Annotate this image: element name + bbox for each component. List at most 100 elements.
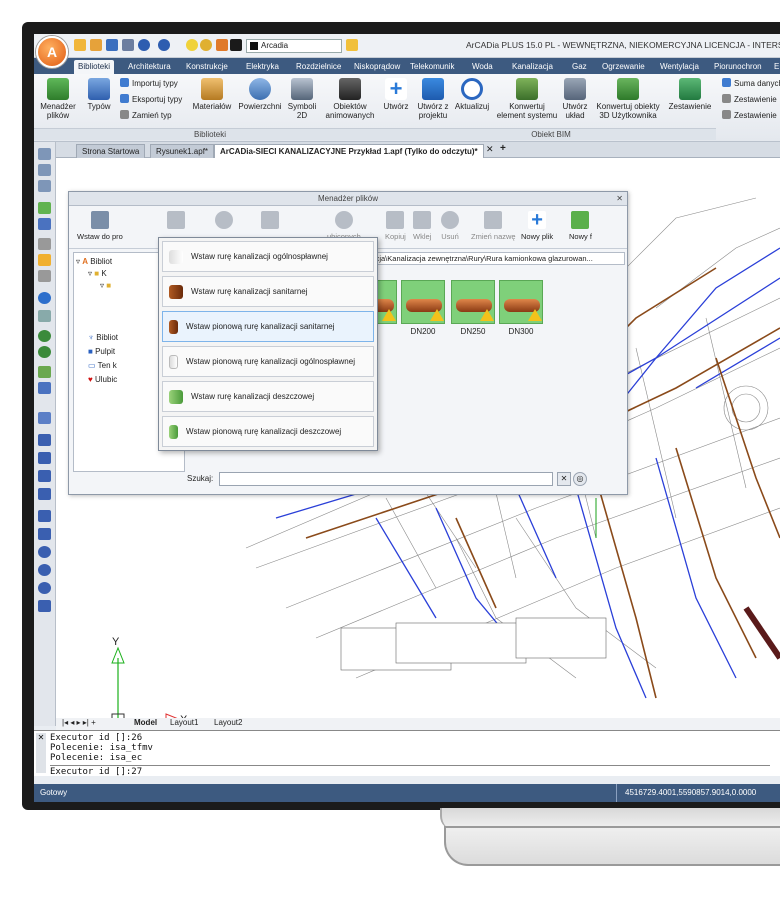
paste-button[interactable]: Wklej — [413, 211, 431, 241]
types-button[interactable]: Typów — [84, 78, 114, 111]
data-sum-button[interactable]: Suma danych — [722, 78, 780, 88]
convert-objects-button[interactable]: Konwertuj obiekty 3D Użytkownika — [592, 78, 664, 120]
tab-gaz[interactable]: Gaz — [568, 60, 591, 74]
layout-tab-layout2[interactable]: Layout2 — [214, 718, 242, 727]
materials-button[interactable]: Materiałów — [190, 78, 234, 111]
cmd-input[interactable]: Executor id []:27 — [50, 765, 770, 777]
draw-polygon-icon[interactable] — [38, 600, 51, 612]
tree-node-libraries[interactable]: ▿ A Bibliot — [76, 257, 112, 266]
menu-item-sanitary-pipe[interactable]: Wstaw rurę kanalizacji sanitarnej — [162, 276, 374, 307]
layout-tab-model[interactable]: Model — [134, 718, 157, 727]
tool-blue-icon[interactable] — [38, 218, 51, 230]
statement-small-button-1[interactable]: Zestawienie — [722, 94, 777, 104]
tool-layers-icon[interactable] — [38, 164, 51, 176]
tab-konstrukcje[interactable]: Konstrukcje — [182, 60, 232, 74]
zoom-icon[interactable] — [38, 330, 51, 342]
history-button[interactable] — [167, 211, 185, 232]
tab-architektura[interactable]: Architektura — [124, 60, 175, 74]
draw-line-icon[interactable] — [38, 470, 51, 482]
clear-search-icon[interactable]: ✕ — [557, 472, 571, 486]
tree-node-favorites[interactable]: ♥ Ulubic — [88, 375, 117, 384]
tool-snap-icon[interactable] — [38, 254, 51, 266]
close-icon[interactable]: ✕ — [36, 733, 46, 773]
update-button[interactable]: Aktualizuj — [452, 78, 492, 111]
export-types-button[interactable]: Eksportuj typy — [120, 94, 182, 104]
tab-elektryka[interactable]: Elektryka — [242, 60, 283, 74]
draw-ellipse-icon[interactable] — [38, 582, 51, 594]
tab-niskopradow[interactable]: Niskoprądow — [350, 60, 404, 74]
tool-properties-icon[interactable] — [38, 180, 51, 192]
tile-dn250[interactable]: DN250 — [451, 280, 495, 336]
file-manager-button[interactable]: Menadżer plików — [38, 78, 78, 120]
tool-pan-icon[interactable] — [38, 292, 51, 304]
tool-ortho-icon[interactable] — [38, 270, 51, 282]
copy-button[interactable]: Kopiuj — [385, 211, 406, 241]
draw-polyline-icon[interactable] — [38, 488, 51, 500]
menu-item-combined-pipe[interactable]: Wstaw rurę kanalizacji ogólnospławnej — [162, 241, 374, 272]
menu-item-storm-pipe[interactable]: Wstaw rurę kanalizacji deszczowej — [162, 381, 374, 412]
animated-objects-button[interactable]: Obiektów animowanych — [322, 78, 378, 120]
tile-dn200[interactable]: DN200 — [401, 280, 445, 336]
draw-rect-icon[interactable] — [38, 510, 51, 522]
tool-3d-icon[interactable] — [38, 382, 51, 394]
tab-rozdzielnice[interactable]: Rozdzielnice — [292, 60, 345, 74]
rename-button[interactable]: Zmień nazwę — [471, 211, 516, 241]
command-line[interactable]: ✕ Executor id []:26 Polecenie: isa_tfmv … — [34, 730, 780, 777]
delete-button[interactable]: Usuń — [441, 211, 459, 241]
redo-icon[interactable] — [158, 39, 170, 51]
new-folder-button[interactable]: Nowy f — [569, 211, 592, 241]
replace-type-button[interactable]: Zamień typ — [120, 110, 172, 120]
app-logo-icon[interactable]: A — [36, 36, 68, 68]
tool-measure-icon[interactable] — [38, 412, 51, 424]
tool-green-icon[interactable] — [38, 202, 51, 214]
tree-node-sub[interactable]: ▿ ■ — [100, 281, 111, 290]
open-folder-icon[interactable] — [90, 39, 102, 51]
insert-to-project-button[interactable]: Wstaw do pro — [77, 211, 123, 241]
new-tab-icon[interactable]: + — [500, 143, 506, 154]
lightbulb-icon[interactable] — [186, 39, 198, 51]
tab-e[interactable]: E — [770, 60, 780, 74]
save-as-icon[interactable] — [122, 39, 134, 51]
create-from-project-button[interactable]: Utwórz z projektu — [412, 78, 454, 120]
tool-view-icon[interactable] — [38, 366, 51, 378]
doc-tab-start[interactable]: Strona Startowa — [76, 144, 146, 158]
create-layout-button[interactable]: Utwórz układ — [560, 78, 590, 120]
tab-kanalizacja[interactable]: Kanalizacja — [508, 60, 557, 74]
close-tab-icon[interactable]: ✕ — [486, 144, 494, 155]
tab-wentylacja[interactable]: Wentylacja — [656, 60, 703, 74]
undo-icon[interactable] — [138, 39, 150, 51]
path-breadcrumb[interactable]: nalizacja\Kanalizacja zewnętrzna\Rury\Ru… — [353, 252, 625, 265]
tile-dn300[interactable]: DN300 — [499, 280, 543, 336]
create-button[interactable]: + Utwórz — [380, 78, 412, 112]
doc-tab-rysunek[interactable]: Rysunek1.apf* — [150, 144, 215, 158]
properties-button[interactable] — [261, 211, 279, 232]
doc-tab-kanalizacja[interactable]: ArCADia-SIECI KANALIZACYJNE Przykład 1.a… — [214, 144, 484, 158]
symbols-2d-button[interactable]: Symboli 2D — [284, 78, 320, 120]
statement-small-button-2[interactable]: Zestawienie — [722, 110, 777, 120]
tree-node-libraries-2[interactable]: ♆ Bibliot — [88, 333, 118, 342]
close-icon[interactable]: ✕ — [616, 192, 623, 206]
import-types-button[interactable]: Importuj typy — [120, 78, 178, 88]
layer-select[interactable]: Arcadia — [246, 39, 342, 53]
search-options-icon[interactable]: ◎ — [573, 472, 587, 486]
tool-window-icon[interactable] — [38, 148, 51, 160]
draw-vertical-line-icon[interactable] — [38, 434, 51, 446]
color-swatch-icon[interactable] — [230, 39, 242, 51]
lock-icon[interactable] — [216, 39, 228, 51]
tab-piorunochron[interactable]: Piorunochron — [710, 60, 766, 74]
zoom-window-icon[interactable] — [38, 346, 51, 358]
surfaces-button[interactable]: Powierzchni — [236, 78, 284, 111]
new-file-icon[interactable] — [74, 39, 86, 51]
tab-ogrzewanie[interactable]: Ogrzewanie — [598, 60, 649, 74]
menu-item-vertical-sanitary-pipe[interactable]: Wstaw pionową rurę kanalizacji sanitarne… — [162, 311, 374, 342]
layer-manager-icon[interactable] — [346, 39, 358, 51]
tree-node-computer[interactable]: ▭ Ten k — [88, 361, 117, 370]
tree-node-desktop[interactable]: ■ Pulpit — [88, 347, 115, 356]
tool-redraw-icon[interactable] — [38, 310, 51, 322]
layout-tab-layout1[interactable]: Layout1 — [170, 718, 198, 727]
convert-element-button[interactable]: Konwertuj element systemu — [496, 78, 558, 120]
tree-node-k[interactable]: ▿ ■ K — [88, 269, 107, 278]
draw-dots-icon[interactable] — [38, 452, 51, 464]
menu-item-vertical-storm-pipe[interactable]: Wstaw pionową rurę kanalizacji deszczowe… — [162, 416, 374, 447]
sun-icon[interactable] — [200, 39, 212, 51]
